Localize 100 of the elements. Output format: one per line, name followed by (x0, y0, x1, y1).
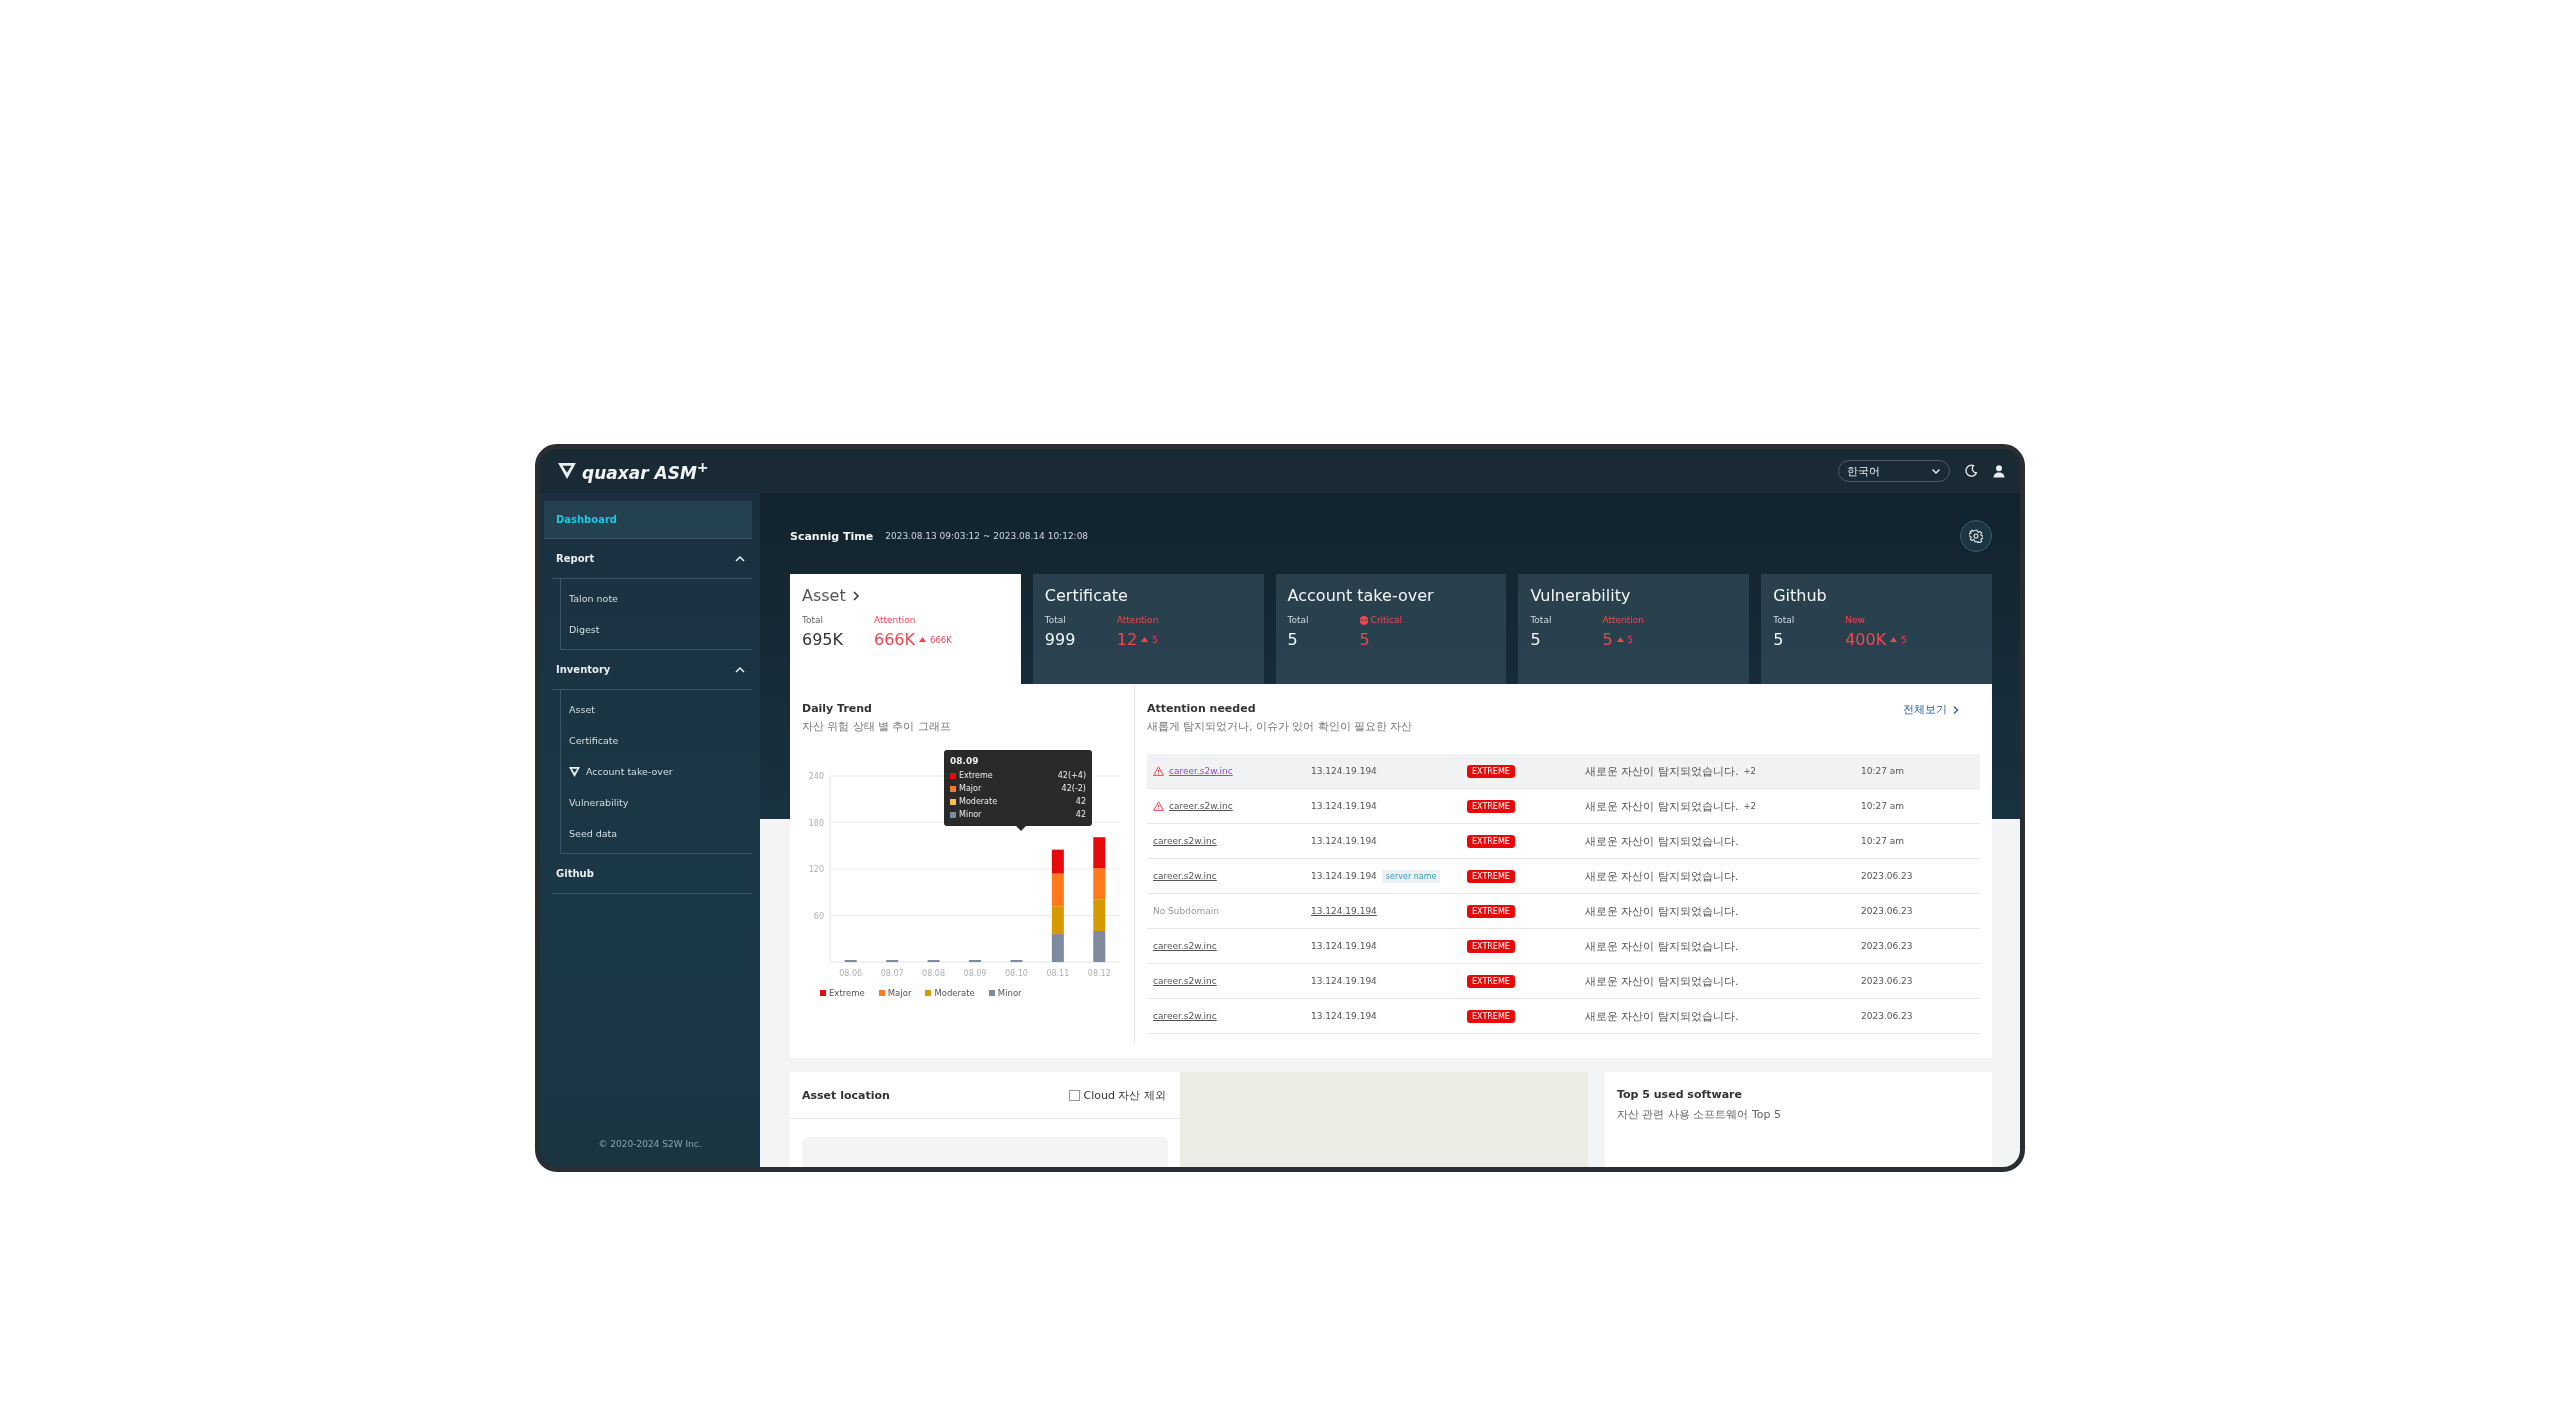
warning-icon (1153, 766, 1164, 776)
mask-icon (1359, 615, 1368, 625)
legend-swatch (820, 990, 826, 996)
tooltip-value: 42 (1075, 797, 1086, 806)
stat-label: Attention (1116, 615, 1159, 625)
table-cell: 새로운 자산이 탐지되었습니다. (1585, 1008, 1739, 1024)
stat-value: 5 (1359, 630, 1370, 649)
summary-card[interactable]: Vulnerability Total 5 Attention 5 5 (1518, 574, 1750, 684)
table-row[interactable]: career.s2w.inc 13.124.19.194 EXTREME 새로운 자산이 탐지되었습니다. 10:27 am (1147, 824, 1980, 859)
domain-link[interactable]: career.s2w.inc (1153, 836, 1217, 846)
nav-group-header[interactable]: Report (552, 539, 752, 579)
table-cell: 새로운 자산이 탐지되었습니다. (1585, 973, 1739, 989)
tag: server name (1381, 869, 1441, 883)
y-axis-label: 240 (808, 772, 824, 781)
summary-card[interactable]: Github Total 5 New 400K 5 (1761, 574, 1992, 684)
table-cell: 13.124.19.194 (1311, 871, 1377, 881)
stat-delta: 5 (1152, 634, 1158, 645)
table-cell: 13.124.19.194 (1311, 941, 1377, 951)
stat-value: 5 (1287, 630, 1298, 649)
section-subtitle: 새롭게 탐지되었거나, 이슈가 있어 확인이 필요한 자산 (1147, 720, 1413, 734)
table-row[interactable]: career.s2w.inc 13.124.19.194 server name EXTREME 새로운 자산이 탐지되었습니다. 2023.06.23 (1147, 859, 1980, 894)
tooltip-label: Minor (959, 810, 982, 819)
section-title: Daily Trend (802, 702, 873, 715)
bar-segment (1051, 849, 1064, 874)
stat-delta: 5 (1627, 634, 1633, 645)
table-cell: 새로운 자산이 탐지되었습니다. (1585, 938, 1739, 954)
user-icon[interactable] (1992, 464, 2006, 478)
domain-link[interactable]: career.s2w.inc (1169, 766, 1233, 776)
severity-badge: EXTREME (1467, 834, 1515, 848)
nav-item[interactable]: Account take-over (561, 756, 752, 787)
card-title: Asset (802, 586, 846, 605)
checkbox-label: Cloud 자산 제외 (1083, 1087, 1166, 1103)
stat-value: 400K (1845, 630, 1887, 649)
triangle-up-icon (1890, 637, 1898, 642)
table-cell: 13.124.19.194 (1311, 801, 1377, 811)
severity-badge: EXTREME (1467, 939, 1515, 953)
nav-item[interactable]: Seed data (561, 818, 752, 849)
bar-segment (1093, 868, 1106, 900)
summary-card[interactable]: Account take-over Total 5 Critical 5 (1275, 574, 1507, 684)
settings-button[interactable] (1960, 520, 1992, 552)
stat-label: New (1845, 615, 1865, 625)
table-cell: 13.124.19.194 (1311, 836, 1377, 846)
domain-link[interactable]: career.s2w.inc (1169, 801, 1233, 811)
severity-badge: EXTREME (1467, 1009, 1515, 1023)
domain-link[interactable]: career.s2w.inc (1153, 871, 1217, 881)
table-cell: 새로운 자산이 탐지되었습니다. (1585, 798, 1739, 814)
stat-delta: 5 (1901, 634, 1907, 645)
bar-segment (1051, 934, 1064, 962)
domain-link[interactable]: career.s2w.inc (1153, 1011, 1217, 1021)
severity-badge: EXTREME (1467, 799, 1515, 813)
legend-swatch (925, 990, 932, 996)
bar-segment (1051, 906, 1064, 935)
nav-item[interactable]: Talon note (561, 583, 752, 614)
legend-swatch (988, 990, 995, 996)
table-cell: 13.124.19.194 (1311, 976, 1377, 986)
stat-value: 5 (1530, 630, 1541, 649)
table-row[interactable]: career.s2w.inc 13.124.19.194 EXTREME 새로운 자산이 탐지되었습니다. 2023.06.23 (1147, 929, 1980, 964)
checkbox[interactable] (1068, 1089, 1080, 1101)
table-row[interactable]: career.s2w.inc 13.124.19.194 EXTREME 새로운 자산이 탐지되었습니다. 2023.06.23 (1147, 964, 1980, 999)
count-text: +2 (1743, 801, 1757, 811)
triangle-up-icon (1616, 637, 1624, 642)
x-axis-label: 08.10 (1005, 969, 1028, 978)
table-row[interactable]: career.s2w.inc 13.124.19.194 EXTREME 새로운 자산이 탐지되었습니다. 2023.06.23 (1147, 999, 1980, 1034)
stat-value: 695K (802, 630, 844, 649)
nav-item[interactable]: Asset (561, 694, 752, 725)
summary-card[interactable]: Asset Total 695K Attention 666K 666K (790, 574, 1021, 684)
chevron-right-icon (1952, 704, 1960, 715)
view-all-link[interactable]: 전체보기 (1903, 702, 1960, 717)
bar-segment (1093, 899, 1106, 931)
domain-link[interactable]: career.s2w.inc (1153, 976, 1217, 986)
table-row[interactable]: career.s2w.inc 13.124.19.194 EXTREME 새로운 자산이 탐지되었습니다. +2 10:27 am (1147, 789, 1980, 824)
table-row[interactable]: No Subdomain 13.124.19.194 EXTREME 새로운 자산이 탐지되었습니다. 2023.06.23 (1147, 894, 1980, 929)
legend-label: Minor (997, 988, 1022, 998)
nav-item[interactable]: Certificate (561, 725, 752, 756)
table-cell: 10:27 am (1861, 836, 1905, 846)
nav-group-header[interactable]: Inventory (552, 650, 752, 690)
stat-value: 666K (874, 630, 916, 649)
tooltip-label: Major (959, 784, 982, 793)
chevron-right-icon (850, 589, 861, 602)
legend-swatch (878, 990, 885, 996)
nav-item[interactable]: Vulnerability (561, 787, 752, 818)
nav-group-header[interactable]: Github (552, 854, 752, 894)
table-cell: 2023.06.23 (1861, 871, 1913, 881)
scan-time-value: 2023.08.13 09:03:12 ~ 2023.08.14 10:12:08 (885, 531, 1089, 541)
table-cell: 13.124.19.194 (1311, 1011, 1377, 1021)
domain-link[interactable]: career.s2w.inc (1153, 941, 1217, 951)
y-axis-label: 120 (808, 865, 824, 874)
ip-link[interactable]: 13.124.19.194 (1311, 906, 1377, 916)
nav-item[interactable]: Dashboard (544, 501, 752, 539)
chevron-down-icon (1931, 466, 1941, 476)
stat-delta: 666K (930, 634, 952, 645)
card-title: Account take-over (1287, 586, 1434, 605)
table-cell: 2023.06.23 (1861, 906, 1913, 916)
x-axis-label: 08.09 (963, 969, 987, 978)
severity-badge: EXTREME (1467, 904, 1515, 918)
summary-card[interactable]: Certificate Total 999 Attention 12 5 (1032, 574, 1264, 684)
table-row[interactable]: career.s2w.inc 13.124.19.194 EXTREME 새로운 자산이 탐지되었습니다. +2 10:27 am (1147, 754, 1980, 789)
nav-item[interactable]: Digest (561, 614, 752, 645)
triangle-logo-icon (569, 766, 580, 777)
moon-icon[interactable] (1964, 464, 1978, 478)
